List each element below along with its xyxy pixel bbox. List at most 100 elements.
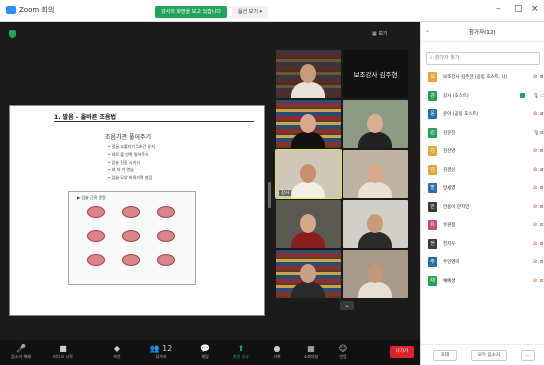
- search-placeholder: 참가자 찾기: [434, 55, 460, 61]
- participant-face: [300, 264, 316, 283]
- video-off-icon[interactable]: ⧄: [540, 204, 543, 210]
- reactions-label: 반응: [339, 354, 347, 359]
- reactions-icon: ☺: [338, 344, 348, 353]
- participant-row[interactable]: 안 안용이 안지민 ⊘ ⧄: [421, 198, 544, 217]
- mic-off-icon[interactable]: ⊘: [533, 241, 537, 247]
- participant-figure: [291, 132, 325, 148]
- unmute-button[interactable]: 🎤 음소거 해제: [4, 343, 38, 363]
- chat-button[interactable]: 💬 채팅: [188, 343, 222, 363]
- slide-bullet-list: • 얼굴 부풀리기 5초간 유지 • 혀로 볼 안쪽 밀어주기 • 입술 진동 …: [108, 143, 155, 182]
- security-button[interactable]: ◆ 보안: [100, 343, 134, 363]
- video-off-icon[interactable]: ⧄: [540, 222, 543, 228]
- video-tile[interactable]: [343, 200, 408, 248]
- participant-row[interactable]: 보 보조강사 김주현 (공동 호스트, 나) ⊘ ⧄: [421, 68, 544, 87]
- participant-search-input[interactable]: ⌕ 참가자 찾기: [426, 52, 540, 65]
- view-options-button[interactable]: 옵션 보기 ▾: [232, 6, 268, 18]
- participant-row[interactable]: 채 채예성 ⊘ ⧄: [421, 272, 544, 291]
- avatar: 채: [428, 275, 437, 286]
- maximize-icon[interactable]: □: [514, 4, 523, 14]
- participant-figure: [291, 182, 325, 198]
- mic-off-icon[interactable]: ⊘: [533, 111, 537, 117]
- mic-on-icon[interactable]: 🎙: [533, 130, 539, 136]
- video-tile[interactable]: [343, 100, 408, 148]
- video-off-icon[interactable]: ⧄: [540, 241, 543, 247]
- participant-row[interactable]: 방 방세영 ⊘ ⧄: [421, 179, 544, 198]
- video-off-icon[interactable]: ⧄: [540, 167, 543, 173]
- participant-row[interactable]: 윤 윤아 (공동 호스트) ⊘ ⧄: [421, 105, 544, 124]
- participant-row[interactable]: 주 주인영미 ⊘ ⧄: [421, 253, 544, 272]
- mic-on-icon[interactable]: 🎙: [533, 93, 539, 99]
- title-bar: Zoom 회의 강사의 화면을 보고 있습니다 옵션 보기 ▾ – □ ×: [0, 0, 544, 22]
- participants-label: 참가자: [155, 354, 167, 359]
- share-screen-button[interactable]: ⬆ 화면 공유: [224, 343, 258, 363]
- video-tile-nameplate[interactable]: 보조강사 김주현: [343, 50, 408, 98]
- video-off-icon[interactable]: ⧄: [540, 259, 543, 265]
- mic-off-icon[interactable]: ⊘: [533, 167, 537, 173]
- zoom-window: Zoom 회의 강사의 화면을 보고 있습니다 옵션 보기 ▾ – □ × ▦ …: [0, 0, 544, 365]
- start-video-label: 비디오 시작: [53, 354, 73, 359]
- more-options-button[interactable]: ...: [521, 350, 535, 361]
- video-off-icon[interactable]: ⧄: [540, 74, 543, 80]
- mic-off-icon[interactable]: ⊘: [533, 222, 537, 228]
- video-tile[interactable]: [276, 50, 341, 98]
- video-tile[interactable]: [276, 100, 341, 148]
- chevron-down-icon[interactable]: ⌄: [340, 301, 354, 310]
- video-off-icon[interactable]: ⧄: [540, 148, 543, 154]
- invite-button[interactable]: 초대: [433, 350, 457, 361]
- breakout-rooms-icon: ▦: [307, 344, 315, 353]
- mic-off-icon[interactable]: ⊘: [533, 74, 537, 80]
- expand-icon[interactable]: ⌄: [425, 27, 430, 34]
- avatar: 김: [428, 146, 437, 156]
- video-off-icon[interactable]: ⧄: [540, 130, 543, 136]
- breakout-rooms-button[interactable]: ▦ 소회의실: [294, 343, 328, 363]
- video-off-icon[interactable]: ⧄: [540, 278, 543, 284]
- slide-bullet: • 얼굴 부풀리기 5초간 유지: [108, 144, 155, 149]
- video-tile[interactable]: [276, 250, 341, 298]
- video-tile[interactable]: [343, 150, 408, 198]
- participants-button[interactable]: 👥 12 참가자: [144, 343, 178, 363]
- mic-off-icon[interactable]: ⊘: [533, 204, 537, 210]
- video-tile[interactable]: [276, 200, 341, 248]
- video-off-icon[interactable]: ⧄: [540, 111, 543, 117]
- video-tile-active-speaker[interactable]: 강사: [275, 149, 342, 199]
- participant-face: [300, 64, 316, 83]
- participant-row[interactable]: 김 김경선 ⊘ ⧄: [421, 161, 544, 180]
- slide-bullet: • 혀로 볼 안쪽 밀어주기: [108, 151, 149, 157]
- record-button[interactable]: ● 기록: [260, 343, 294, 363]
- participant-row[interactable]: 김 김유진 🎙 ⧄: [421, 124, 544, 143]
- participant-row[interactable]: 전 전지우 ⊘ ⧄: [421, 235, 544, 254]
- leave-button[interactable]: 나가기: [390, 346, 414, 358]
- video-on-icon: [520, 92, 525, 98]
- participant-name: 강사 (호스트): [443, 93, 469, 99]
- minimize-icon[interactable]: –: [496, 4, 501, 14]
- participant-name: 주인영미: [443, 260, 460, 265]
- view-button[interactable]: ▦ 보기: [372, 30, 388, 37]
- mouth-illustration: [157, 230, 175, 242]
- split-view-handle[interactable]: [268, 182, 271, 208]
- participant-list: 보 보조강사 김주현 (공동 호스트, 나) ⊘ ⧄ 강 강사 (호스트) 🎙 ▭ 윤 윤아 (공…: [421, 68, 544, 290]
- participant-row[interactable]: 유 유원정 ⊘ ⧄: [421, 216, 544, 235]
- unmute-label: 음소거 해제: [11, 354, 31, 359]
- participant-name: 채예성: [443, 278, 456, 284]
- mic-off-icon[interactable]: ⊘: [533, 185, 537, 191]
- panel-title: 참가자(12): [469, 30, 496, 36]
- mic-off-icon[interactable]: ⊘: [533, 278, 537, 284]
- mute-all-button[interactable]: 모두 음소거: [471, 350, 507, 361]
- mic-off-icon[interactable]: ⊘: [533, 148, 537, 154]
- avatar: 주: [428, 257, 437, 267]
- participant-name: 김유진: [443, 130, 456, 136]
- encryption-shield-icon[interactable]: [9, 30, 16, 38]
- mic-off-icon[interactable]: ⊘: [533, 259, 537, 265]
- participant-row[interactable]: 김 김신영 ⊘ ⧄: [421, 142, 544, 161]
- participant-face: [367, 164, 383, 183]
- participant-row[interactable]: 강 강사 (호스트) 🎙 ▭: [421, 87, 544, 106]
- shield-icon: ◆: [113, 344, 121, 353]
- video-off-icon[interactable]: ⧄: [540, 185, 543, 191]
- reactions-button[interactable]: ☺ 반응: [326, 343, 360, 363]
- video-on-icon[interactable]: ▭: [540, 93, 544, 99]
- close-icon[interactable]: ×: [531, 4, 539, 14]
- video-tile[interactable]: [343, 250, 408, 298]
- record-label: 기록: [273, 354, 281, 359]
- start-video-button[interactable]: ■ 비디오 시작: [46, 343, 80, 363]
- breakout-rooms-label: 소회의실: [303, 354, 319, 359]
